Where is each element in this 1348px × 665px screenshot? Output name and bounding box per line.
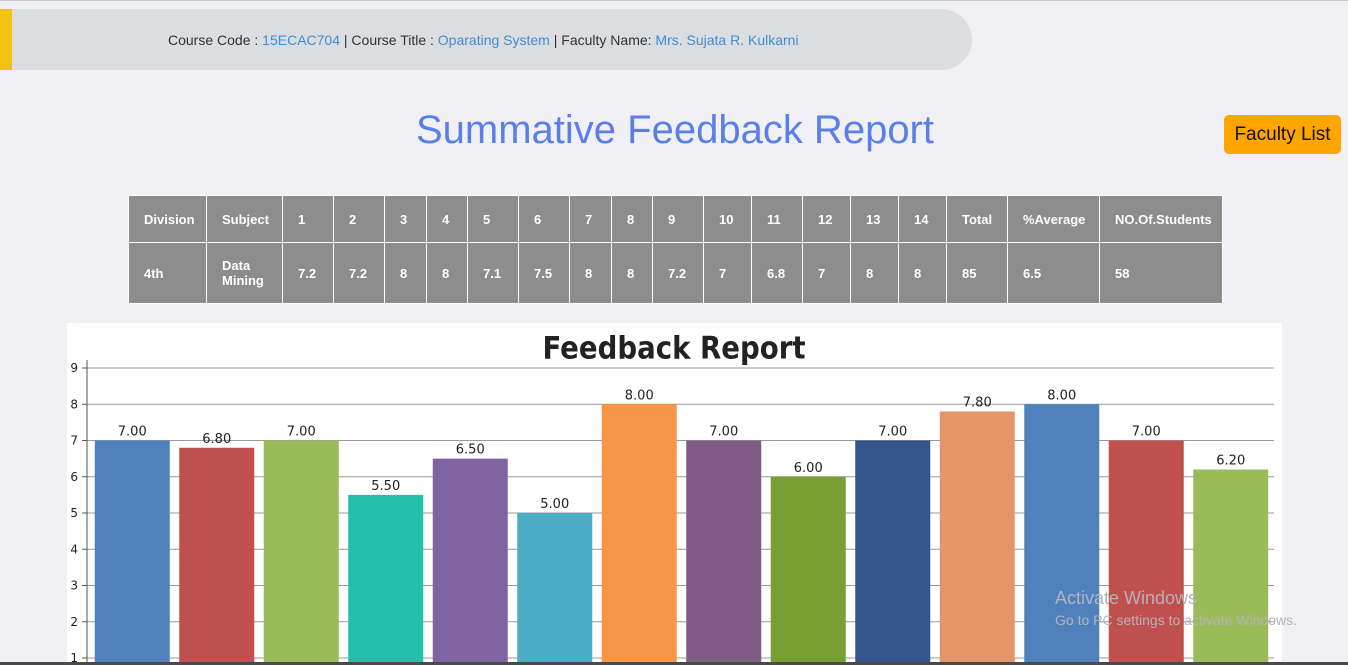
bar [686, 440, 762, 665]
table-header-cell: 2 [333, 195, 385, 243]
table-header-cell: 14 [898, 195, 947, 243]
table-cell: 7.1 [467, 242, 519, 304]
bar-value-label: 6.80 [202, 432, 231, 447]
table-header-cell: 11 [751, 195, 803, 243]
bar-value-label: 7.80 [963, 396, 992, 411]
bar [939, 411, 1015, 665]
table-cell: 8 [569, 242, 612, 304]
y-tick-label: 5 [70, 506, 78, 520]
bar-value-label: 7.00 [709, 425, 738, 440]
y-tick-label: 6 [70, 470, 78, 484]
table-header-cell: 4 [426, 195, 468, 243]
table-cell: 7 [703, 242, 752, 304]
bar [855, 440, 931, 665]
table-header-cell: Division [128, 195, 207, 243]
faculty-name-value: Mrs. Sujata R. Kulkarni [655, 32, 799, 48]
feedback-table: Division Subject 1 2 3 4 5 6 7 8 9 10 11… [128, 195, 1223, 304]
bar-value-label: 7.00 [878, 425, 907, 440]
table-header-cell: Total [946, 195, 1008, 243]
chart-title: Feedback Report [542, 330, 805, 366]
table-cell: 58 [1099, 242, 1223, 304]
bar [1193, 469, 1269, 665]
y-tick-label: 9 [70, 361, 78, 375]
bar [94, 440, 170, 665]
bar [432, 458, 508, 665]
table-cell: 6.8 [751, 242, 803, 304]
table-cell: 7.2 [282, 242, 334, 304]
table-header-cell: 1 [282, 195, 334, 243]
bar-value-label: 6.50 [456, 443, 485, 458]
table-header-cell: 5 [467, 195, 519, 243]
table-cell: 6.5 [1007, 242, 1100, 304]
info-bar-accent [0, 9, 12, 70]
bar-value-label: 7.00 [287, 425, 316, 440]
table-cell: 7.2 [652, 242, 704, 304]
y-tick-label: 8 [70, 397, 78, 411]
table-header-cell: NO.Of.Students [1099, 195, 1223, 243]
table-row: 4th Data Mining 7.2 7.2 8 8 7.1 7.5 8 8 … [128, 242, 1223, 304]
course-title-value: Oparating System [437, 32, 550, 48]
watermark-line-2: Go to PC settings to activate Windows. [1055, 612, 1297, 628]
course-info-bar: Course Code : 15ECAC704 | Course Title :… [0, 9, 972, 70]
bar-value-label: 8.00 [1047, 388, 1076, 403]
top-border [0, 0, 1348, 1]
table-cell: Data Mining [206, 242, 283, 304]
bar [601, 404, 677, 665]
bar-value-label: 5.00 [540, 497, 569, 512]
course-code-value: 15ECAC704 [262, 32, 340, 48]
table-cell: 7 [802, 242, 851, 304]
page-title: Summative Feedback Report [415, 108, 934, 152]
bar-value-label: 7.00 [118, 425, 147, 440]
course-code-label: Course Code : [168, 32, 259, 48]
bar-value-label: 7.00 [1132, 425, 1161, 440]
table-cell: 8 [611, 242, 653, 304]
table-cell: 7.2 [333, 242, 385, 304]
faculty-list-button[interactable]: Faculty List [1224, 115, 1341, 154]
table-header-cell: 9 [652, 195, 704, 243]
table-cell: 8 [384, 242, 427, 304]
activate-windows-watermark: Activate Windows Go to PC settings to ac… [1055, 588, 1297, 628]
table-header-cell: 7 [569, 195, 612, 243]
table-header-cell: 8 [611, 195, 653, 243]
bar-value-label: 6.20 [1216, 454, 1245, 469]
watermark-line-1: Activate Windows [1055, 588, 1198, 608]
table-cell: 8 [850, 242, 899, 304]
bar-value-label: 8.00 [625, 388, 654, 403]
course-info-text: Course Code : 15ECAC704 | Course Title :… [168, 32, 799, 48]
bar [517, 513, 593, 665]
table-cell: 85 [946, 242, 1008, 304]
table-cell: 8 [426, 242, 468, 304]
table-header-cell: 13 [850, 195, 899, 243]
y-tick-label: 3 [70, 579, 78, 593]
table-header-cell: Subject [206, 195, 283, 243]
table-cell: 4th [128, 242, 207, 304]
y-tick-label: 4 [70, 542, 78, 556]
table-cell: 7.5 [518, 242, 570, 304]
separator: | [343, 32, 348, 48]
table-header-cell: 6 [518, 195, 570, 243]
y-tick-label: 2 [70, 615, 78, 629]
y-tick-label: 7 [70, 434, 78, 448]
separator: | [553, 32, 558, 48]
table-header-cell: 3 [384, 195, 427, 243]
table-header-cell: 10 [703, 195, 752, 243]
faculty-name-label: Faculty Name: [561, 32, 652, 48]
bar [348, 494, 424, 665]
table-header-row: Division Subject 1 2 3 4 5 6 7 8 9 10 11… [128, 195, 1223, 243]
bar [770, 476, 846, 665]
bar-value-label: 6.00 [794, 461, 823, 476]
table-cell: 8 [898, 242, 947, 304]
table-header-cell: 12 [802, 195, 851, 243]
course-title-label: Course Title : [351, 32, 434, 48]
bar-value-label: 5.50 [371, 479, 400, 494]
bar [179, 447, 255, 665]
bar [263, 440, 339, 665]
bar [1108, 440, 1184, 665]
table-header-cell: %Average [1007, 195, 1100, 243]
